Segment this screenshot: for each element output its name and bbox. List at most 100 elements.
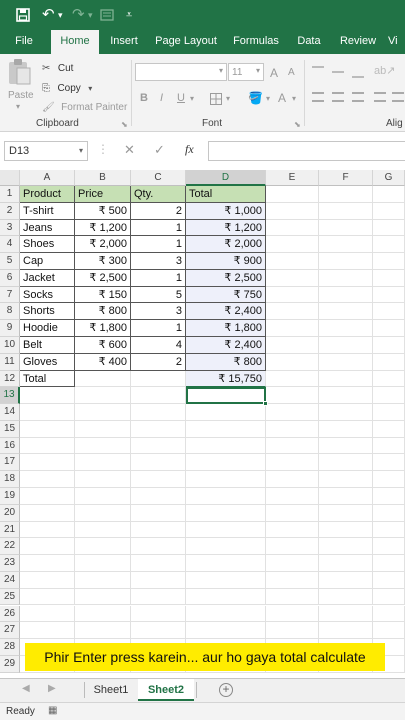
fill-handle[interactable] [263,401,268,407]
cell-g14[interactable] [373,404,405,421]
cell-f6[interactable] [319,269,373,287]
cell-a9[interactable]: Hoodie [20,320,75,337]
row-header-29[interactable]: 29 [0,655,20,673]
cell-c4[interactable]: 1 [131,236,186,254]
cell-f27[interactable] [319,622,373,640]
cell-g3[interactable] [373,219,405,237]
cell-b25[interactable] [75,588,131,606]
align-left-icon[interactable] [312,92,324,102]
cell-g22[interactable] [373,538,405,556]
row-header-23[interactable]: 23 [0,555,20,572]
orientation-icon[interactable]: ab↗ [374,64,395,77]
cell-e27[interactable] [266,622,319,640]
cell-e20[interactable] [266,504,319,522]
cell-f10[interactable] [319,337,373,354]
cell-a17[interactable] [20,454,75,472]
cell-a25[interactable] [20,588,75,606]
cell-a4[interactable]: Shoes [20,236,75,254]
cell-b3[interactable]: ₹ 1,200 [75,219,131,237]
cell-b20[interactable] [75,504,131,522]
cell-f4[interactable] [319,236,373,254]
align-bottom-icon[interactable] [352,66,364,78]
customize-qat-icon[interactable]: ⩡ [126,0,132,30]
cell-d22[interactable] [186,538,266,556]
cell-a19[interactable] [20,488,75,505]
cell-a22[interactable] [20,538,75,556]
cell-f16[interactable] [319,437,373,455]
decrease-indent-icon[interactable] [374,92,386,102]
cell-e14[interactable] [266,404,319,421]
cell-a14[interactable] [20,404,75,421]
cell-f8[interactable] [319,303,373,321]
row-header-14[interactable]: 14 [0,404,20,421]
cell-e2[interactable] [266,202,319,220]
sheet-tab-sheet2[interactable]: Sheet2 [138,679,194,701]
cell-e1[interactable] [266,186,319,203]
cell-c20[interactable] [131,504,186,522]
cell-b22[interactable] [75,538,131,556]
undo-dropdown-icon[interactable]: ▾ [58,0,63,30]
cell-c23[interactable] [131,555,186,572]
redo-dropdown-icon[interactable]: ▾ [88,0,93,30]
font-color-button[interactable]: A [278,91,286,105]
cell-d8[interactable]: ₹ 2,400 [186,303,266,321]
row-header-9[interactable]: 9 [0,320,20,337]
cell-b16[interactable] [75,437,131,455]
cell-f23[interactable] [319,555,373,572]
cell-b8[interactable]: ₹ 800 [75,303,131,321]
cell-e3[interactable] [266,219,319,237]
cell-b9[interactable]: ₹ 1,800 [75,320,131,337]
cell-d25[interactable] [186,588,266,606]
borders-dropdown-icon[interactable]: ▾ [226,94,230,103]
cell-f5[interactable] [319,253,373,270]
cell-f17[interactable] [319,454,373,472]
select-all-corner[interactable] [0,170,20,186]
row-header-27[interactable]: 27 [0,622,20,640]
paste-button[interactable]: Paste ▾ [6,58,36,112]
cell-f26[interactable] [319,605,373,623]
cell-a11[interactable]: Gloves [20,353,75,371]
cell-f22[interactable] [319,538,373,556]
cell-e11[interactable] [266,353,319,371]
row-header-3[interactable]: 3 [0,219,20,237]
cell-b10[interactable]: ₹ 600 [75,337,131,354]
grow-font-button[interactable]: A [270,66,278,80]
underline-button[interactable]: U [177,92,185,104]
cell-g6[interactable] [373,269,405,287]
cell-a27[interactable] [20,622,75,640]
align-middle-icon[interactable] [332,71,344,73]
table-header-a[interactable]: Product [20,186,75,203]
cell-e21[interactable] [266,521,319,539]
name-box[interactable]: D13 ▾ [4,141,88,161]
tab-view[interactable]: Vi [388,30,405,54]
cell-c24[interactable] [131,571,186,589]
cell-b12[interactable] [75,370,131,388]
cell-f14[interactable] [319,404,373,421]
column-header-d[interactable]: D [186,170,266,186]
cell-g18[interactable] [373,471,405,489]
cell-e9[interactable] [266,320,319,337]
cell-a23[interactable] [20,555,75,572]
row-header-4[interactable]: 4 [0,236,20,254]
tab-formulas[interactable]: Formulas [229,30,283,54]
cell-a5[interactable]: Cap [20,253,75,270]
cell-c5[interactable]: 3 [131,253,186,270]
row-header-20[interactable]: 20 [0,504,20,522]
cell-d23[interactable] [186,555,266,572]
row-header-11[interactable]: 11 [0,353,20,371]
cell-g19[interactable] [373,488,405,505]
cell-a18[interactable] [20,471,75,489]
tab-home[interactable]: Home [51,30,99,54]
row-header-8[interactable]: 8 [0,303,20,321]
row-header-21[interactable]: 21 [0,521,20,539]
cell-c22[interactable] [131,538,186,556]
cell-e15[interactable] [266,420,319,438]
cell-g8[interactable] [373,303,405,321]
cell-g25[interactable] [373,588,405,606]
cell-c19[interactable] [131,488,186,505]
cell-b4[interactable]: ₹ 2,000 [75,236,131,254]
cell-d10[interactable]: ₹ 2,400 [186,337,266,354]
table-header-d[interactable]: Total [186,186,266,203]
cell-b14[interactable] [75,404,131,421]
cell-c6[interactable]: 1 [131,269,186,287]
